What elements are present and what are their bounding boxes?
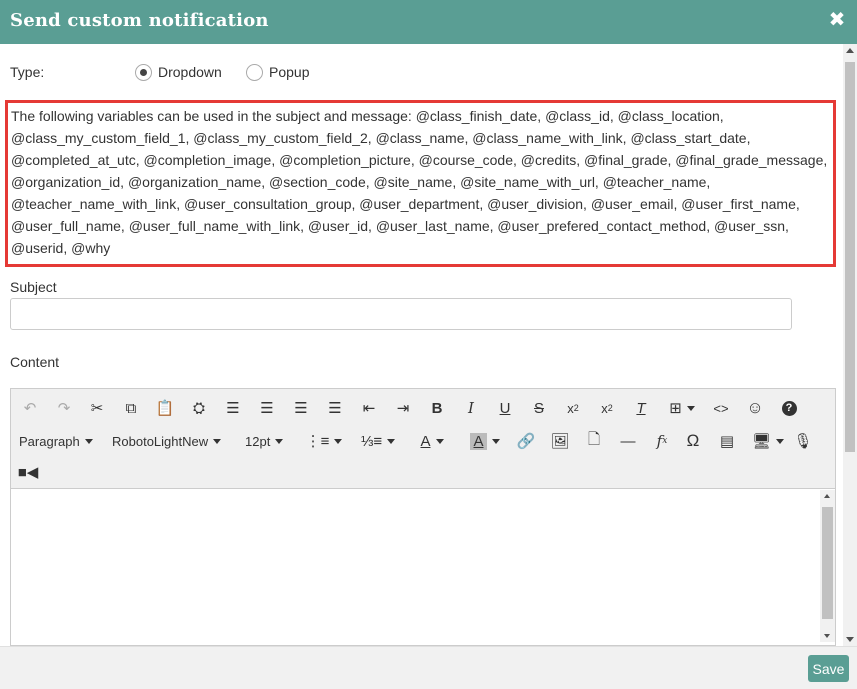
scrollbar-thumb[interactable]	[845, 62, 855, 452]
scroll-up-icon[interactable]	[824, 494, 830, 498]
indent-icon[interactable]: ⇥	[392, 396, 414, 420]
font-family-dropdown-label: RobotoLightNew	[112, 433, 209, 449]
close-icon[interactable]: ✖	[827, 8, 847, 32]
format-dropdown[interactable]: Paragraph	[19, 429, 93, 453]
radio-unchecked-icon[interactable]	[246, 63, 263, 81]
bold-icon[interactable]: B	[426, 396, 448, 420]
radio-dropdown[interactable]: Dropdown	[135, 62, 222, 82]
type-label: Type:	[10, 64, 45, 80]
subject-label: Subject	[10, 279, 57, 295]
redo-icon[interactable]: ↷	[53, 396, 75, 420]
chevron-down-icon	[275, 438, 284, 444]
formula-icon[interactable]: fx	[651, 429, 673, 453]
find-replace-icon[interactable]: ⛭	[188, 396, 210, 420]
clear-format-icon[interactable]: T	[630, 396, 652, 420]
help-icon[interactable]: ?	[778, 396, 800, 420]
dialog-titlebar: Send custom notification ✖	[0, 0, 857, 44]
page-break-icon[interactable]: ▤	[716, 429, 738, 453]
link-icon[interactable]: 🔗	[515, 429, 537, 453]
cut-icon[interactable]: ✂	[86, 396, 108, 420]
background-color-icon[interactable]: A	[463, 429, 507, 453]
voice-input-icon[interactable]: 🎙	[792, 429, 814, 453]
align-justify-icon[interactable]: ☰	[324, 396, 346, 420]
emoticon-icon[interactable]: ☺	[744, 396, 766, 420]
format-dropdown-label: Paragraph	[19, 433, 80, 449]
paste-icon[interactable]: 📋	[154, 396, 176, 420]
text-color-icon[interactable]: A	[410, 429, 454, 453]
radio-popup[interactable]: Popup	[246, 62, 309, 82]
editor-scrollbar-thumb[interactable]	[822, 507, 833, 619]
video-icon[interactable]: ■◀	[17, 460, 39, 484]
rich-text-editor: ↶ ↷ ✂ ⧉ 📋 ⛭ ☰ ☰ ☰ ☰ ⇤ ⇥ B I U S x2 x2 T …	[10, 388, 836, 646]
image-icon[interactable]: 🖼	[549, 429, 571, 453]
dialog-scrollbar[interactable]	[843, 44, 857, 646]
subscript-icon[interactable]: x2	[562, 396, 584, 420]
chevron-down-icon	[84, 438, 93, 444]
editor-content-area[interactable]	[11, 490, 835, 642]
superscript-icon[interactable]: x2	[596, 396, 618, 420]
scroll-down-icon[interactable]	[824, 634, 830, 638]
radio-dropdown-label: Dropdown	[158, 64, 222, 80]
scroll-up-icon[interactable]	[846, 48, 854, 53]
chevron-down-icon	[213, 438, 222, 444]
italic-icon[interactable]: I	[460, 396, 482, 420]
dialog-title: Send custom notification	[10, 10, 269, 31]
save-button[interactable]: Save	[808, 655, 849, 682]
editor-toolbar: ↶ ↷ ✂ ⧉ 📋 ⛭ ☰ ☰ ☰ ☰ ⇤ ⇥ B I U S x2 x2 T …	[11, 389, 835, 489]
strikethrough-icon[interactable]: S	[528, 396, 550, 420]
dialog-footer: Save	[0, 646, 857, 689]
radio-popup-label: Popup	[269, 64, 310, 80]
font-family-dropdown[interactable]: RobotoLightNew	[112, 429, 222, 453]
bullet-list-icon[interactable]: ⋮≡	[302, 429, 346, 453]
outdent-icon[interactable]: ⇤	[358, 396, 380, 420]
copy-icon[interactable]: ⧉	[120, 396, 142, 420]
special-char-icon[interactable]: Ω	[682, 429, 704, 453]
align-center-icon[interactable]: ☰	[256, 396, 278, 420]
numbered-list-icon[interactable]: ⅓≡	[356, 429, 400, 453]
horizontal-rule-icon[interactable]: —	[617, 429, 639, 453]
underline-icon[interactable]: U	[494, 396, 516, 420]
media-presentation-icon[interactable]: 🖥	[750, 429, 786, 453]
content-label: Content	[10, 354, 60, 370]
align-right-icon[interactable]: ☰	[290, 396, 312, 420]
table-icon[interactable]: ⊞	[664, 396, 700, 420]
scroll-down-icon[interactable]	[846, 637, 854, 642]
align-left-icon[interactable]: ☰	[222, 396, 244, 420]
font-size-dropdown-label: 12pt	[245, 433, 271, 449]
subject-input[interactable]	[10, 298, 792, 330]
font-size-dropdown[interactable]: 12pt	[245, 429, 284, 453]
radio-checked-icon[interactable]	[135, 63, 152, 81]
editor-scrollbar[interactable]	[820, 490, 835, 642]
variables-help-text: The following variables can be used in t…	[5, 100, 836, 267]
notification-dialog: Send custom notification ✖ Type: Dropdow…	[0, 0, 857, 689]
code-icon[interactable]: <>	[710, 396, 732, 420]
undo-icon[interactable]: ↶	[19, 396, 41, 420]
document-icon[interactable]: 🗋	[583, 429, 605, 453]
